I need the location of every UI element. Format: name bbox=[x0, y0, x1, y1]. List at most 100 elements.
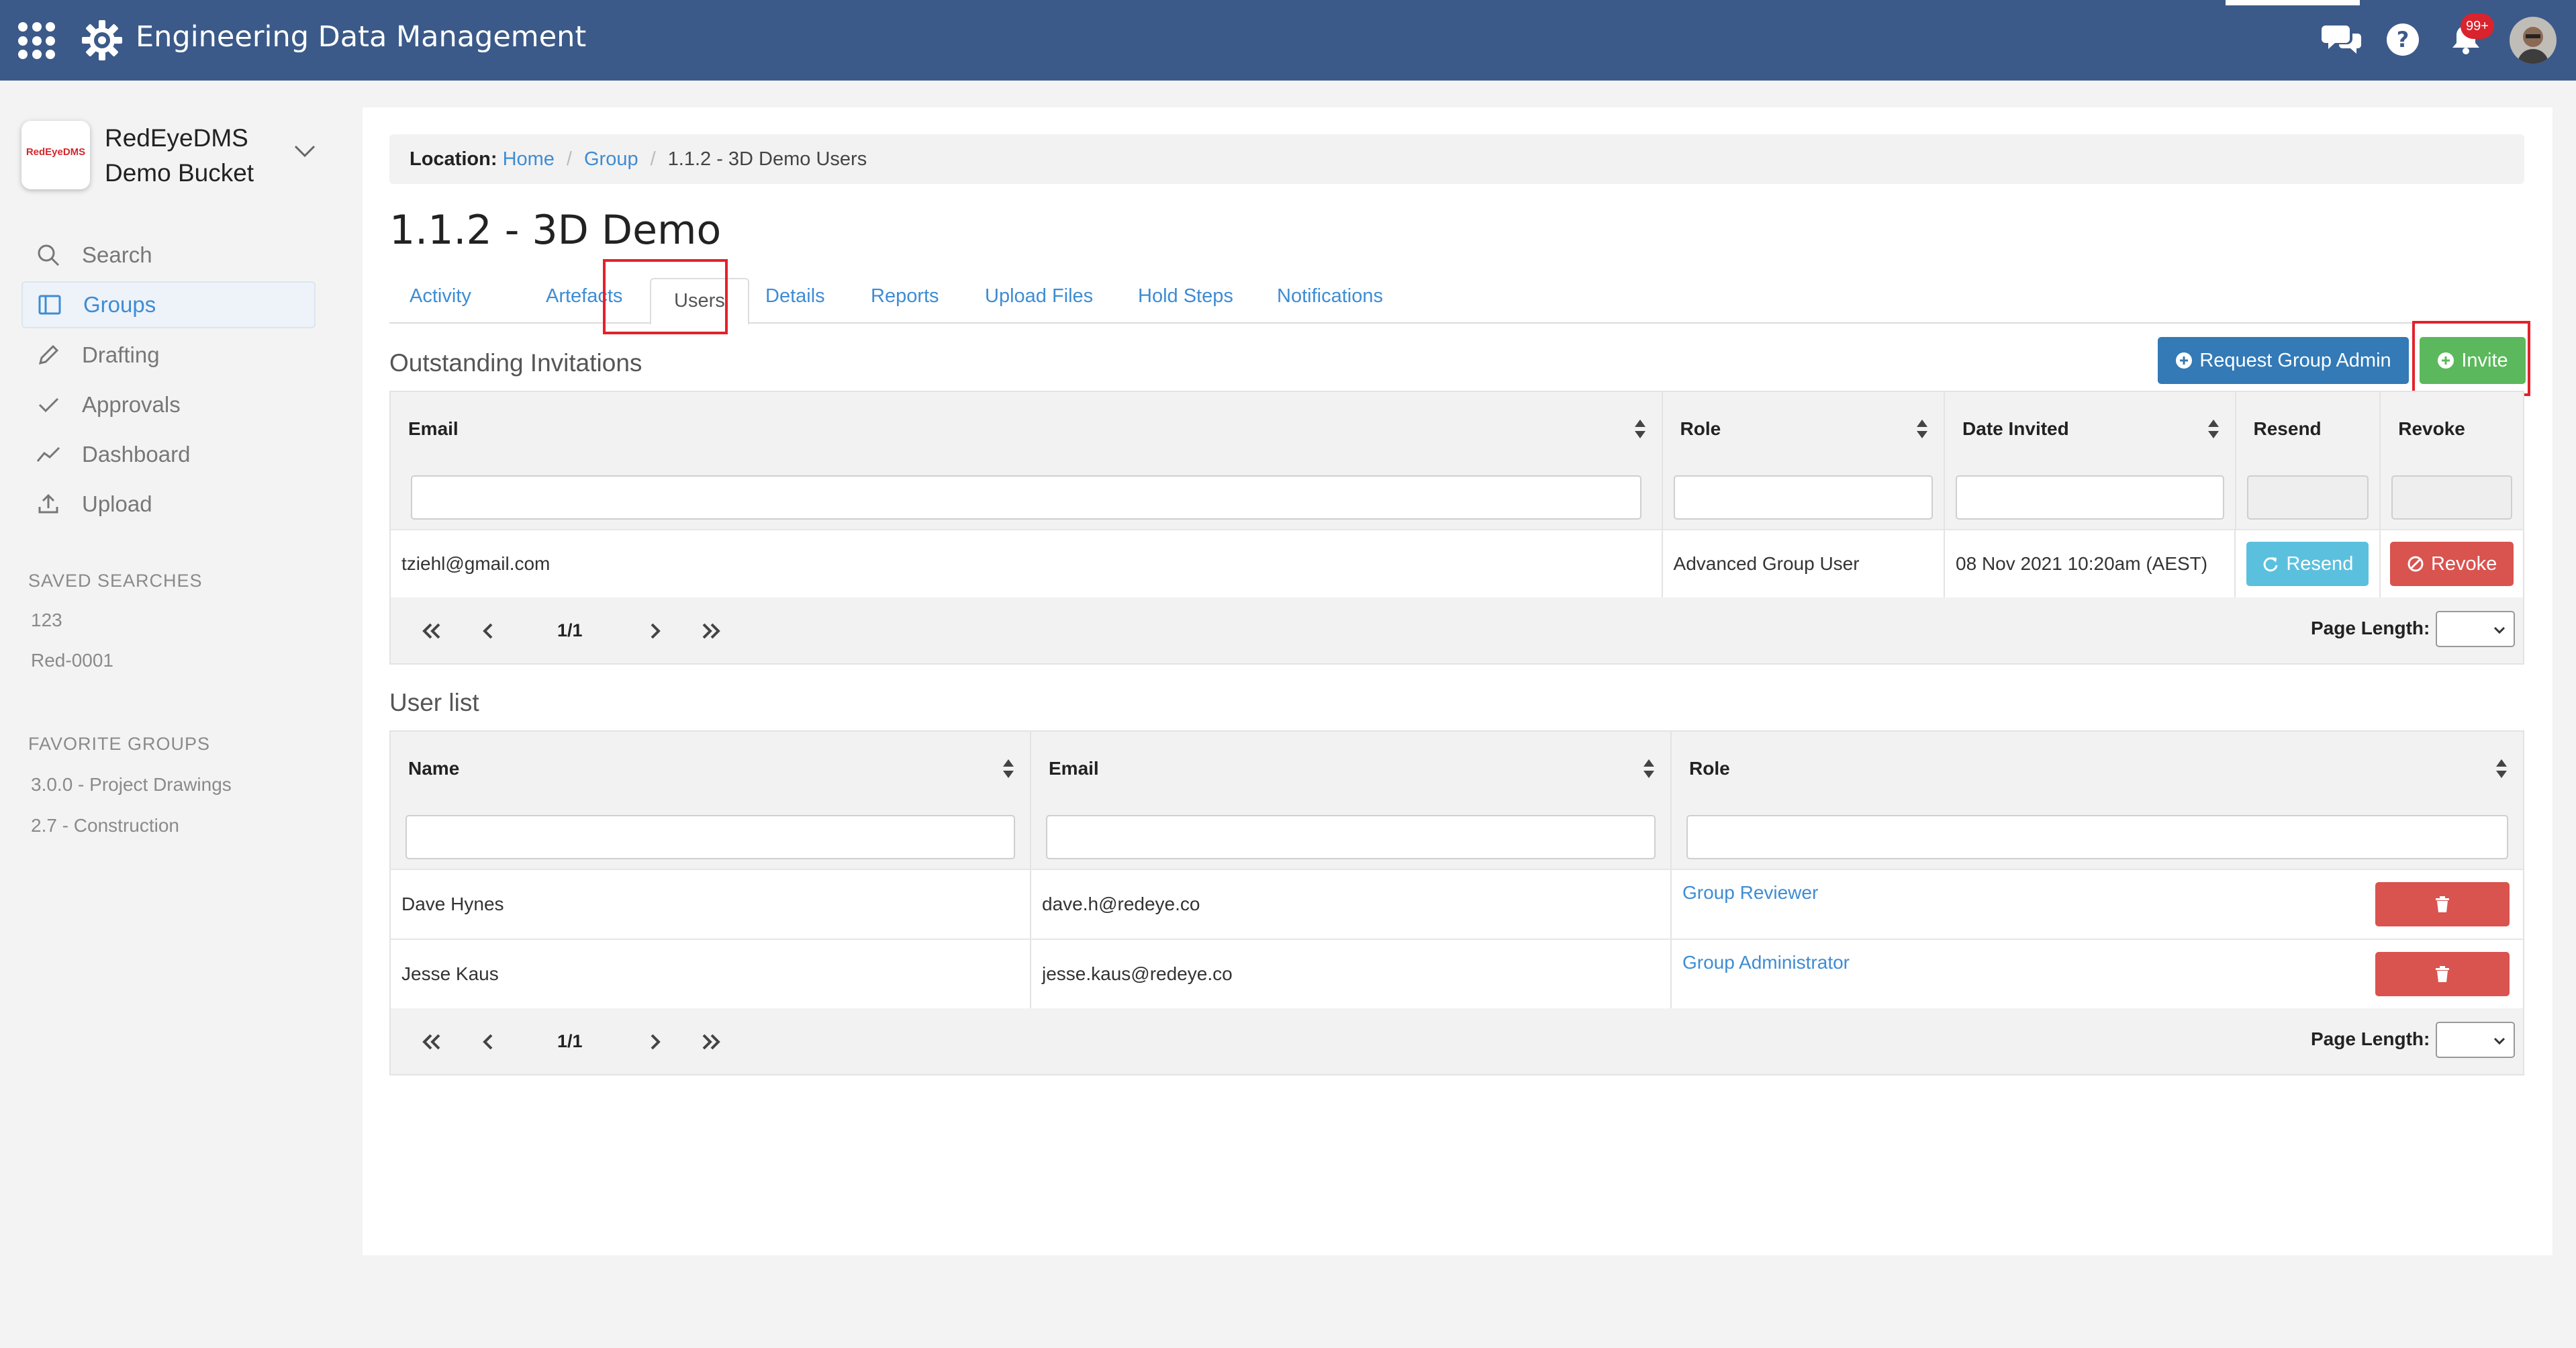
bucket-logo-text: RedEyeDMS bbox=[26, 146, 86, 158]
user-name: Jesse Kaus bbox=[391, 940, 1031, 1008]
next-page-icon[interactable] bbox=[642, 1028, 669, 1055]
page-length-label: Page Length: bbox=[2311, 1028, 2430, 1049]
sidebar-item-groups[interactable]: Groups bbox=[21, 281, 316, 328]
previous-page-icon[interactable] bbox=[475, 618, 502, 644]
column-header-role[interactable]: Role bbox=[1663, 392, 1946, 466]
user-role-cell: Group Administrator bbox=[1672, 940, 2523, 1008]
saved-searches-heading: SAVED SEARCHES bbox=[28, 571, 203, 591]
pagination: 1/1 Page Length: bbox=[391, 597, 2523, 665]
bucket-logo[interactable]: RedEyeDMS bbox=[21, 121, 90, 189]
email-filter-cell bbox=[1031, 806, 1672, 869]
filter-row bbox=[391, 806, 2523, 869]
email-filter-input[interactable] bbox=[1046, 815, 1656, 859]
invitation-role: Advanced Group User bbox=[1663, 530, 1946, 597]
sidebar-item-approvals[interactable]: Approvals bbox=[21, 381, 316, 428]
delete-user-button[interactable] bbox=[2375, 952, 2510, 996]
sort-icon bbox=[1917, 420, 1928, 438]
first-page-icon[interactable] bbox=[418, 618, 444, 644]
role-filter-cell bbox=[1663, 466, 1946, 529]
resend-filter-input bbox=[2246, 475, 2369, 520]
column-header-date-invited[interactable]: Date Invited bbox=[1945, 392, 2236, 466]
revoke-filter-input bbox=[2391, 475, 2513, 520]
role-filter-input[interactable] bbox=[1686, 815, 2508, 859]
favorite-group-link[interactable]: 3.0.0 - Project Drawings bbox=[31, 774, 232, 796]
tab-reports[interactable]: Reports bbox=[871, 269, 939, 324]
page-indicator: 1/1 bbox=[557, 620, 583, 640]
resend-button[interactable]: Resend bbox=[2246, 542, 2369, 586]
sort-icon bbox=[1643, 759, 1654, 778]
saved-search-link[interactable]: 123 bbox=[31, 610, 62, 631]
revoke-button[interactable]: Revoke bbox=[2390, 542, 2514, 586]
sort-icon bbox=[1003, 759, 1014, 778]
sidebar-item-label: Drafting bbox=[82, 342, 160, 367]
sort-icon bbox=[2496, 759, 2507, 778]
invitations-table: Email Role Date Invited Resend Revoke tz… bbox=[389, 391, 2524, 665]
next-page-icon[interactable] bbox=[642, 618, 669, 644]
trash-icon bbox=[2436, 966, 2449, 982]
user-role-link[interactable]: Group Reviewer bbox=[1682, 882, 1818, 904]
page-length-label: Page Length: bbox=[2311, 618, 2430, 638]
table-row: Jesse Kaus jesse.kaus@redeye.co Group Ad… bbox=[391, 938, 2523, 1008]
groups-icon bbox=[38, 295, 61, 315]
favorite-groups-heading: FAVORITE GROUPS bbox=[28, 734, 211, 754]
email-filter-input[interactable] bbox=[411, 475, 1641, 520]
invitation-date: 08 Nov 2021 10:20am (AEST) bbox=[1945, 530, 2236, 597]
sidebar-item-drafting[interactable]: Drafting bbox=[21, 332, 316, 379]
favorite-group-link[interactable]: 2.7 - Construction bbox=[31, 815, 179, 836]
help-icon[interactable]: ? bbox=[2382, 19, 2424, 60]
resend-cell: Resend bbox=[2236, 530, 2381, 597]
app-grid-icon[interactable] bbox=[18, 22, 56, 60]
breadcrumb-label: Location: bbox=[410, 148, 497, 170]
bucket-selector[interactable]: RedEyeDMS Demo Bucket bbox=[105, 121, 254, 191]
page-length-select[interactable] bbox=[2436, 611, 2515, 647]
tab-activity[interactable]: Activity bbox=[410, 269, 471, 324]
refresh-icon bbox=[2263, 557, 2278, 572]
chat-icon[interactable] bbox=[2322, 19, 2363, 60]
saved-search-link[interactable]: Red-0001 bbox=[31, 650, 113, 671]
column-header-name[interactable]: Name bbox=[391, 732, 1031, 806]
column-header-email[interactable]: Email bbox=[1031, 732, 1672, 806]
request-group-admin-button[interactable]: Request Group Admin bbox=[2158, 337, 2409, 384]
tab-hold-steps[interactable]: Hold Steps bbox=[1138, 269, 1233, 324]
sidebar-item-upload[interactable]: Upload bbox=[21, 481, 316, 528]
tab-notifications[interactable]: Notifications bbox=[1277, 269, 1383, 324]
name-filter-input[interactable] bbox=[406, 815, 1015, 859]
sidebar-item-label: Upload bbox=[82, 491, 152, 516]
chevron-down-icon bbox=[2493, 1037, 2506, 1045]
avatar[interactable] bbox=[2510, 17, 2557, 64]
tab-upload-files[interactable]: Upload Files bbox=[985, 269, 1093, 324]
date-filter-input[interactable] bbox=[1956, 475, 2224, 520]
outstanding-invitations-title: Outstanding Invitations bbox=[389, 349, 642, 377]
pagination: 1/1 Page Length: bbox=[391, 1008, 2523, 1075]
main-card: Location: Home / Group/1.1.2 - 3D Demo Use… bbox=[363, 107, 2553, 1255]
user-email: jesse.kaus@redeye.co bbox=[1031, 940, 1672, 1008]
notification-badge: 99+ bbox=[2461, 13, 2494, 39]
chevron-down-icon[interactable] bbox=[293, 141, 317, 161]
users-table: Name Email Role Dave Hynes dave.h@redeye… bbox=[389, 730, 2524, 1075]
table-header-row: Email Role Date Invited Resend Revoke bbox=[391, 392, 2523, 466]
ban-icon bbox=[2407, 556, 2424, 572]
bucket-name-line2: Demo Bucket bbox=[105, 159, 254, 187]
page-length-select[interactable] bbox=[2436, 1022, 2515, 1058]
sidebar-item-label: Dashboard bbox=[82, 442, 191, 467]
sidebar-item-dashboard[interactable]: Dashboard bbox=[21, 431, 316, 478]
table-row: Dave Hynes dave.h@redeye.co Group Review… bbox=[391, 869, 2523, 938]
column-header-role[interactable]: Role bbox=[1672, 732, 2523, 806]
user-role-link[interactable]: Group Administrator bbox=[1682, 952, 1850, 973]
column-header-email[interactable]: Email bbox=[391, 392, 1663, 466]
last-page-icon[interactable] bbox=[698, 1028, 725, 1055]
delete-user-button[interactable] bbox=[2375, 882, 2510, 926]
last-page-icon[interactable] bbox=[698, 618, 725, 644]
breadcrumb-group-link[interactable]: Group bbox=[584, 148, 638, 170]
search-icon bbox=[38, 244, 60, 267]
revoke-filter-cell bbox=[2381, 466, 2523, 529]
date-filter-cell bbox=[1945, 466, 2236, 529]
sidebar-item-search[interactable]: Search bbox=[21, 232, 316, 279]
request-group-admin-label: Request Group Admin bbox=[2199, 349, 2391, 371]
previous-page-icon[interactable] bbox=[475, 1028, 502, 1055]
role-filter-input[interactable] bbox=[1673, 475, 1934, 520]
top-bar: Engineering Data Management ? 99+ bbox=[0, 0, 2576, 81]
first-page-icon[interactable] bbox=[418, 1028, 444, 1055]
tab-details[interactable]: Details bbox=[765, 269, 825, 324]
breadcrumb-home-link[interactable]: Home bbox=[503, 148, 555, 170]
